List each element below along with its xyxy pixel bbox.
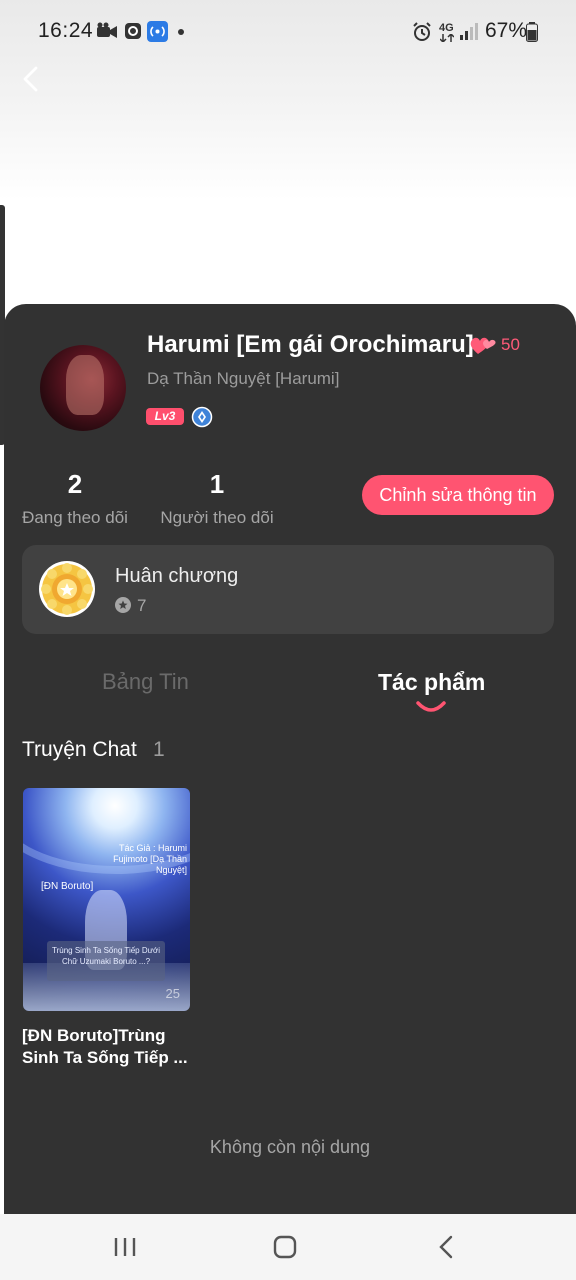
back-button[interactable] [20,66,44,92]
recent-apps-button[interactable] [110,1232,140,1262]
avatar[interactable] [40,345,126,431]
more-notifications-dot-icon [178,29,184,35]
following-label: Đang theo dõi [22,508,128,527]
profile-handle: Dạ Thần Nguyệt [Harumi] [147,369,340,388]
section-count: 1 [153,738,165,761]
alarm-icon [413,22,431,41]
followers-label: Người theo dõi [160,508,274,527]
data-arrows-icon [440,34,454,42]
medals-title: Huân chương [115,565,239,587]
verified-shield-icon[interactable] [191,406,213,428]
battery-percent: 67% [485,19,528,42]
level-badge[interactable]: Lv3 [146,408,184,425]
battery-icon [526,22,538,42]
nav-back-button[interactable] [432,1232,462,1262]
edit-profile-button[interactable]: Chỉnh sửa thông tin [362,475,554,515]
profile-sheet: Harumi [Em gái Orochimaru] 50 Dạ Thần Ng… [4,304,576,1214]
video-camera-icon [97,22,117,38]
following-stat[interactable]: 2 Đang theo dõi [20,469,130,528]
tab-news[interactable]: Bảng Tin [102,669,189,695]
story-title[interactable]: [ĐN Boruto]Trùng Sinh Ta Sống Tiếp ... [22,1025,198,1069]
home-button[interactable] [270,1232,300,1262]
story-cover[interactable]: Tác Giả : Harumi Fujimoto [Dạ Thần Nguyệ… [23,788,190,1011]
active-tab-indicator [416,701,446,712]
end-of-content-text: Không còn nội dung [209,1137,371,1157]
followers-count: 1 [209,469,225,499]
badge-count-icon [115,597,131,613]
hearts-count: 50 [501,335,520,354]
hotspot-icon [147,21,168,42]
medal-icon [39,561,95,617]
signal-icon [460,23,478,40]
followers-stat[interactable]: 1 Người theo dõi [158,469,276,528]
system-nav-bar [0,1214,576,1280]
medals-count: 7 [137,596,147,615]
app-notification-icon [125,23,141,39]
cover-author-text: Tác Giả : Harumi Fujimoto [Dạ Thần Nguyệ… [113,843,187,875]
cover-tag-text: [ĐN Boruto] [41,881,94,892]
profile-name: Harumi [Em gái Orochimaru] [147,331,474,358]
cover-caption-box: Trùng Sinh Ta Sống Tiếp Dưới Chữ Uzumaki… [47,941,165,981]
following-count: 2 [67,469,83,499]
tab-works[interactable]: Tác phẩm [378,669,485,696]
hearts-icon [470,337,496,354]
status-time: 16:24 [38,19,94,42]
network-type: 4G [439,22,454,34]
status-bar: 16:24 4G 67% [0,0,576,64]
medals-card[interactable]: Huân chương 7 [22,545,554,634]
story-views: 25 [165,986,180,1001]
section-title: Truyện Chat [22,738,137,761]
